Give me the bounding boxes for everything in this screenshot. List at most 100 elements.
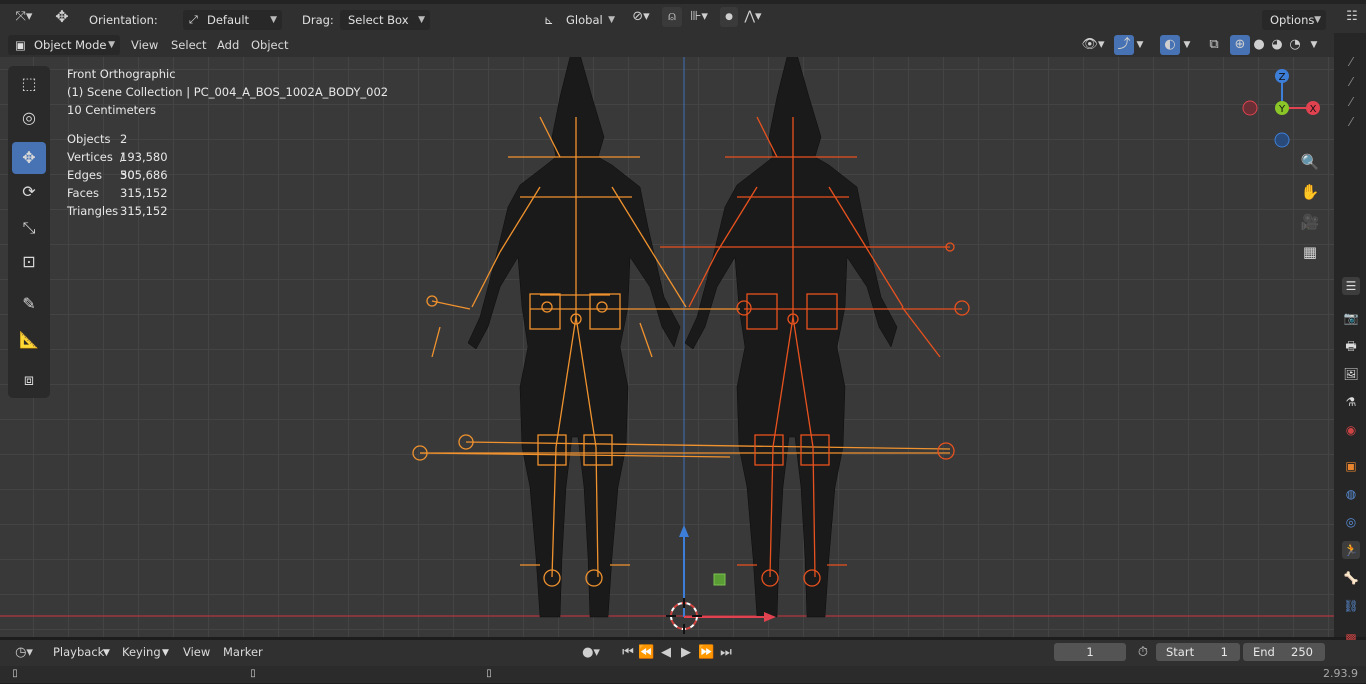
annotate-tool-icon[interactable]: ✎ (12, 288, 46, 320)
play-icon[interactable]: ▶ (678, 643, 694, 663)
chevron-down-icon: ▼ (418, 15, 425, 25)
drag-value: Select Box (348, 13, 409, 27)
start-frame-field[interactable]: Start 1 (1156, 643, 1240, 661)
object-mode-icon: ▣ (15, 38, 26, 52)
gizmo-y-label: Y (1278, 104, 1286, 115)
play-reverse-icon[interactable]: ◀ (658, 643, 674, 663)
stat-row: Vertices 193,580 (67, 148, 168, 166)
orientation-icon: ⤢ (189, 13, 198, 26)
snap-target-icon[interactable]: ⊪▾ (684, 7, 714, 27)
menu-object[interactable]: Object (251, 36, 288, 54)
menu-select[interactable]: Select (171, 36, 206, 54)
drag-dropdown[interactable]: Select Box ▼ (340, 10, 430, 30)
mouse-left-icon: ▯ (12, 668, 18, 679)
stat-row: Faces 315,152 (67, 184, 168, 202)
wireframe-shading-icon[interactable]: ⊕ (1230, 35, 1250, 55)
chevron-down-icon: ▼ (608, 15, 615, 25)
tool-settings-icon[interactable]: ☰ (1342, 277, 1360, 295)
stat-value: 505,686 (120, 168, 168, 182)
move-tool-icon[interactable]: ✥ (12, 142, 46, 174)
mode-dropdown[interactable]: ▣ Object Mode ▼ (8, 35, 120, 55)
top-header: ⤧▾ ✥ Orientation: ⤢ Default ▼ Drag: Sele… (0, 0, 1366, 33)
orientation-dropdown[interactable]: ⤢ Default ▼ (183, 10, 282, 30)
rendered-shading-icon[interactable]: ◔ (1286, 35, 1304, 55)
sidebar-collapsed-icon[interactable]: ⁄ (1342, 93, 1360, 111)
zoom-icon[interactable]: 🔍 (1297, 149, 1323, 175)
transform-space-dropdown[interactable]: ⊾ Global ▼ (540, 10, 620, 30)
modifier-properties-icon[interactable]: ◍ (1342, 485, 1360, 503)
sidebar-toggle-icon[interactable]: ☷ (1340, 7, 1364, 27)
scene-properties-icon[interactable]: ⚗ (1342, 393, 1360, 411)
jump-to-start-icon[interactable]: ⏮ (620, 643, 636, 663)
rotate-tool-icon[interactable]: ⟳ (12, 176, 46, 208)
proportional-editing-icon[interactable]: ● (720, 7, 738, 27)
viewport-info: Front Orthographic (1) Scene Collection … (67, 65, 388, 119)
3d-viewport[interactable]: Z Y X 🔍 ✋ 🎥 ▦ Front Orthographic (1) Sce… (0, 57, 1334, 637)
select-box-tool-icon[interactable]: ⬚ (12, 68, 46, 100)
chevron-down-icon[interactable]: ▼ (1306, 35, 1322, 55)
view-layer-icon[interactable]: 🖼 (1342, 365, 1360, 383)
menu-add[interactable]: Add (217, 36, 239, 54)
stat-value: 315,152 (120, 204, 168, 218)
jump-to-end-icon[interactable]: ⏭ (718, 643, 734, 663)
start-value: 1 (1220, 645, 1228, 659)
physics-properties-icon[interactable]: ◎ (1342, 513, 1360, 531)
bone-properties-icon[interactable]: 🦴 (1342, 569, 1360, 587)
snapping-toggle-icon[interactable]: ⍝ (662, 7, 682, 27)
menu-view[interactable]: View (131, 36, 158, 54)
stat-row: Objects 2 / 30 (67, 130, 135, 182)
stat-label: Vertices (67, 150, 113, 164)
pan-hand-icon[interactable]: ✋ (1297, 179, 1323, 205)
menu-playback[interactable]: Playback (53, 643, 104, 661)
jump-to-keyframe-back-icon[interactable]: ⏪ (638, 643, 654, 663)
bone-constraint-icon[interactable]: ⛓ (1342, 597, 1360, 615)
scale-tool-icon[interactable]: ⤡ (12, 212, 46, 244)
world-properties-icon[interactable]: ◉ (1342, 421, 1360, 439)
object-data-armature-icon[interactable]: 🏃 (1342, 541, 1360, 559)
current-frame-field[interactable]: 1 (1054, 643, 1126, 661)
output-properties-icon[interactable]: 🖶 (1342, 337, 1360, 355)
navigation-gizmo[interactable]: Z Y X (1240, 67, 1326, 153)
character-right-mesh (684, 57, 898, 618)
jump-to-keyframe-forward-icon[interactable]: ⏩ (698, 643, 714, 663)
falloff-icon[interactable]: ⋀▾ (740, 7, 766, 27)
transform-orientation-gizmo-icon[interactable]: ✥ (50, 7, 74, 27)
transform-pivot-icon[interactable]: ⤧▾ (10, 7, 38, 27)
add-cube-tool-icon[interactable]: ⧈ (12, 364, 46, 396)
auto-keying-icon[interactable]: ●▾ (572, 643, 610, 663)
chevron-down-icon: ▼ (108, 40, 115, 50)
orientation-label: Orientation: (89, 13, 158, 27)
camera-view-icon[interactable]: 🎥 (1297, 209, 1323, 235)
gizmo-toggle-icon[interactable]: ⤴ (1114, 35, 1134, 55)
chevron-down-icon[interactable]: ▼ (1180, 35, 1194, 55)
solid-shading-icon[interactable]: ● (1250, 35, 1268, 55)
options-dropdown[interactable]: Options ▼ (1262, 10, 1326, 30)
stat-value: 315,152 (120, 186, 168, 200)
sidebar-collapsed-icon[interactable]: ⁄ (1342, 73, 1360, 91)
transform-tool-icon[interactable]: ⊡ (12, 246, 46, 278)
cursor-tool-icon[interactable]: ◎ (12, 102, 46, 134)
xray-toggle-icon[interactable]: ⧉ (1204, 35, 1224, 55)
visibility-icon[interactable]: 👁▾ (1078, 35, 1108, 55)
sidebar-collapsed-icon[interactable]: ⁄ (1342, 53, 1360, 71)
editor-type-icon[interactable]: ◷▾ (8, 643, 40, 663)
end-frame-field[interactable]: End 250 (1243, 643, 1325, 661)
chevron-down-icon[interactable]: ▼ (1134, 35, 1146, 55)
menu-timeline-view[interactable]: View (183, 643, 210, 661)
stat-label: Faces (67, 186, 99, 200)
overlays-toggle-icon[interactable]: ◐ (1160, 35, 1180, 55)
stopwatch-icon[interactable]: ⏱ (1134, 643, 1152, 663)
gizmo-z-label: Z (1279, 72, 1286, 83)
chevron-down-icon: ▼ (103, 648, 110, 658)
material-shading-icon[interactable]: ◕ (1268, 35, 1286, 55)
stat-value: 193,580 (120, 150, 168, 164)
measure-tool-icon[interactable]: 📐 (12, 324, 46, 356)
end-label: End (1253, 645, 1275, 659)
render-properties-icon[interactable]: 📷 (1342, 309, 1360, 327)
menu-keying[interactable]: Keying (122, 643, 161, 661)
object-properties-icon[interactable]: ▣ (1342, 457, 1360, 475)
menu-marker[interactable]: Marker (223, 643, 263, 661)
perspective-toggle-icon[interactable]: ▦ (1297, 239, 1323, 265)
sidebar-collapsed-icon[interactable]: ⁄ (1342, 113, 1360, 131)
snap-icon[interactable]: ⊘▾ (626, 7, 656, 27)
